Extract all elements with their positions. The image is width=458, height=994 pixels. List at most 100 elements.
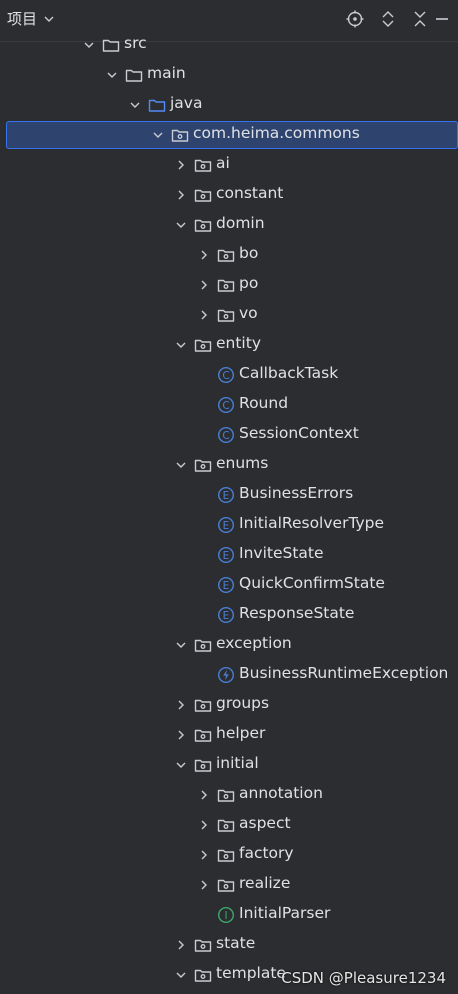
tree-node-responsestate[interactable]: E ResponseState: [0, 600, 458, 630]
tree-node-label: factory: [239, 844, 294, 862]
tree-node-label: Round: [239, 394, 289, 412]
tree-node-src[interactable]: src: [0, 30, 458, 60]
chevron-down-icon[interactable]: [174, 968, 188, 982]
package-icon: [194, 456, 212, 474]
watermark: CSDN @Pleasure1234: [281, 969, 446, 987]
svg-text:E: E: [223, 520, 230, 532]
enum-icon: E: [217, 486, 235, 504]
package-icon: [194, 726, 212, 744]
tree-node-bo[interactable]: bo: [0, 240, 458, 270]
tree-node-groups[interactable]: groups: [0, 690, 458, 720]
tree-node-invitestate[interactable]: E InviteState: [0, 540, 458, 570]
class-icon: C: [217, 366, 235, 384]
tree-node-factory[interactable]: factory: [0, 840, 458, 870]
tree-node-helper[interactable]: helper: [0, 720, 458, 750]
tree-node-realize[interactable]: realize: [0, 870, 458, 900]
svg-text:C: C: [222, 370, 229, 382]
enum-icon: E: [217, 606, 235, 624]
tree-node-state[interactable]: state: [0, 930, 458, 960]
tree-node-initialresolvertype[interactable]: E InitialResolverType: [0, 510, 458, 540]
tree-node-initialparser[interactable]: I InitialParser: [0, 900, 458, 930]
target-icon[interactable]: [345, 9, 365, 29]
tree-node-label: exception: [216, 634, 292, 652]
tree-node-label: po: [239, 274, 259, 292]
tree-node-label: java: [170, 94, 203, 112]
tree-node-label: aspect: [239, 814, 291, 832]
tree-node-po[interactable]: po: [0, 270, 458, 300]
exception-class-icon: [217, 666, 235, 684]
svg-text:E: E: [223, 550, 230, 562]
svg-text:C: C: [222, 430, 229, 442]
tree-node-callbacktask[interactable]: C CallbackTask: [0, 360, 458, 390]
tree-node-label: InviteState: [239, 544, 324, 562]
tree-node-label: BusinessErrors: [239, 484, 354, 502]
enum-icon: E: [217, 516, 235, 534]
tree-node-entity[interactable]: entity: [0, 330, 458, 360]
tree-node-sessioncontext[interactable]: C SessionContext: [0, 420, 458, 450]
project-view-selector[interactable]: 项目: [7, 8, 55, 29]
expand-all-icon[interactable]: [378, 9, 398, 29]
tree-node-annotation[interactable]: annotation: [0, 780, 458, 810]
tree-node-aspect[interactable]: aspect: [0, 810, 458, 840]
tree-node-label: SessionContext: [239, 424, 359, 442]
tree-node-vo[interactable]: vo: [0, 300, 458, 330]
chevron-right-icon[interactable]: [174, 728, 188, 742]
package-icon: [194, 636, 212, 654]
chevron-right-icon[interactable]: [174, 938, 188, 952]
folder-icon: [102, 36, 120, 54]
chevron-down-icon[interactable]: [105, 68, 119, 82]
chevron-right-icon[interactable]: [197, 818, 211, 832]
chevron-down-icon[interactable]: [174, 638, 188, 652]
tree-node-label: constant: [216, 184, 284, 202]
svg-text:E: E: [223, 490, 230, 502]
chevron-down-icon[interactable]: [174, 758, 188, 772]
tree-node-exception[interactable]: exception: [0, 630, 458, 660]
tree-node-java[interactable]: java: [0, 90, 458, 120]
chevron-down-icon[interactable]: [174, 218, 188, 232]
package-icon: [217, 876, 235, 894]
package-icon: [194, 936, 212, 954]
collapse-all-icon[interactable]: [410, 9, 430, 29]
chevron-right-icon[interactable]: [174, 188, 188, 202]
tree-node-quickconfirmstate[interactable]: E QuickConfirmState: [0, 570, 458, 600]
chevron-down-icon[interactable]: [151, 128, 165, 142]
tree-node-label: BusinessRuntimeException: [239, 664, 449, 682]
chevron-right-icon[interactable]: [197, 878, 211, 892]
tree-node-businesserrors[interactable]: E BusinessErrors: [0, 480, 458, 510]
package-icon: [217, 276, 235, 294]
package-icon: [194, 696, 212, 714]
package-icon: [194, 216, 212, 234]
folder-icon: [125, 66, 143, 84]
chevron-right-icon[interactable]: [197, 278, 211, 292]
chevron-down-icon[interactable]: [128, 98, 142, 112]
tree-node-label: realize: [239, 874, 291, 892]
chevron-right-icon[interactable]: [197, 308, 211, 322]
chevron-right-icon[interactable]: [197, 788, 211, 802]
tree-node-round[interactable]: C Round: [0, 390, 458, 420]
package-icon: [194, 756, 212, 774]
tree-node-label: initial: [216, 754, 259, 772]
tree-node-initial[interactable]: initial: [0, 750, 458, 780]
chevron-right-icon[interactable]: [174, 698, 188, 712]
class-icon: C: [217, 396, 235, 414]
tree-node-main[interactable]: main: [0, 60, 458, 90]
tree-node-label: InitialResolverType: [239, 514, 385, 532]
tree-node-constant[interactable]: constant: [0, 180, 458, 210]
tree-node-com-heima-commons[interactable]: com.heima.commons: [0, 120, 458, 150]
chevron-down-icon[interactable]: [174, 338, 188, 352]
tree-node-ai[interactable]: ai: [0, 150, 458, 180]
tree-node-domin[interactable]: domin: [0, 210, 458, 240]
chevron-right-icon[interactable]: [197, 248, 211, 262]
tree-node-enums[interactable]: enums: [0, 450, 458, 480]
tree-node-label: ai: [216, 154, 230, 172]
hide-panel-icon[interactable]: [432, 9, 452, 29]
interface-icon: I: [217, 906, 235, 924]
chevron-down-icon[interactable]: [174, 458, 188, 472]
chevron-right-icon[interactable]: [197, 848, 211, 862]
package-icon: [194, 336, 212, 354]
chevron-right-icon[interactable]: [174, 158, 188, 172]
tree-node-label: InitialParser: [239, 904, 331, 922]
tree-node-businessruntimeexception[interactable]: BusinessRuntimeException: [0, 660, 458, 690]
tree-node-label: CallbackTask: [239, 364, 339, 382]
chevron-down-icon[interactable]: [82, 38, 96, 52]
